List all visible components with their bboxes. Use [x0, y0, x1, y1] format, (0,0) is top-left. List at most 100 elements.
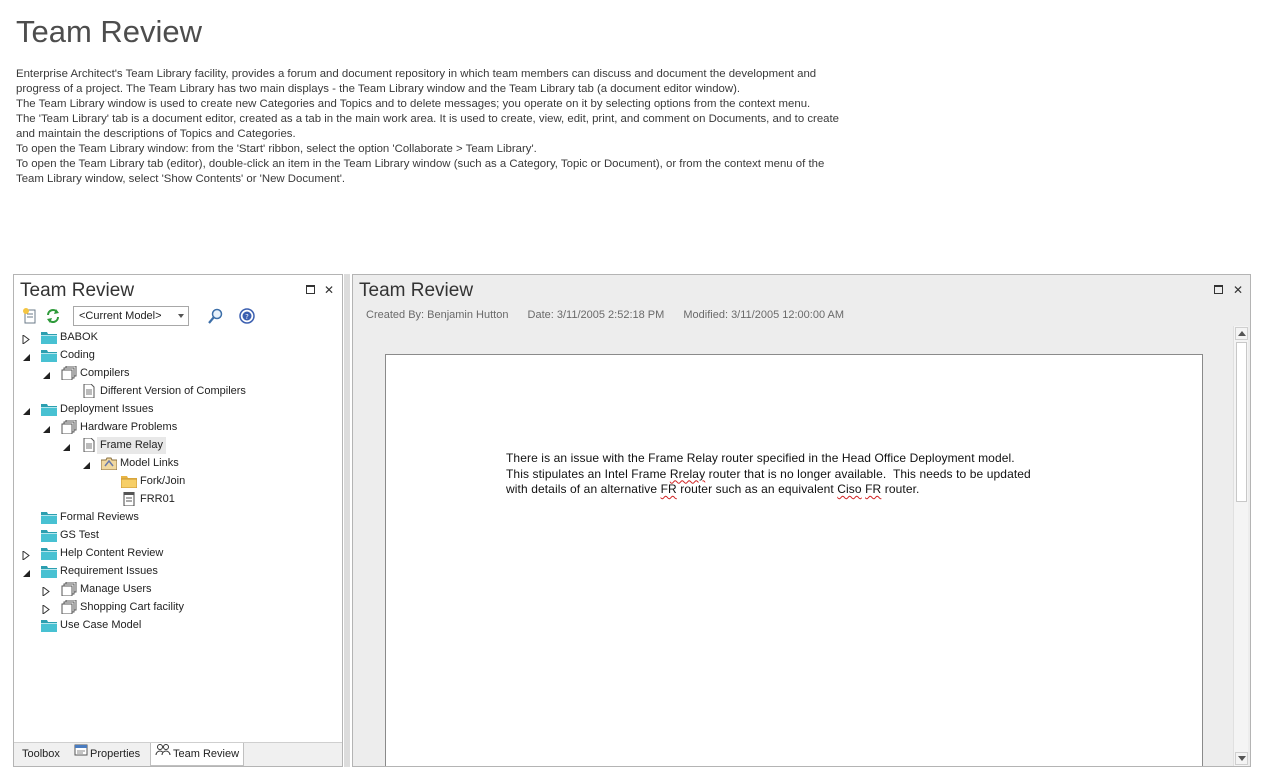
tree-item[interactable]: Shopping Cart facility	[14, 599, 342, 616]
tree-item[interactable]: Use Case Model	[14, 617, 342, 634]
chevron-down-icon	[178, 314, 184, 318]
tree-item[interactable]: FRR01	[14, 491, 342, 508]
category-folder-icon	[41, 564, 57, 578]
document-metadata: Created By: Benjamin Hutton Date: 3/11/2…	[366, 309, 860, 321]
description-line: Enterprise Architect's Team Library faci…	[16, 68, 817, 80]
tree-item[interactable]: Compilers	[14, 365, 342, 382]
category-folder-icon	[41, 546, 57, 560]
category-folder-icon	[41, 618, 57, 632]
team-review-icon	[155, 743, 171, 765]
expand-arrow-icon[interactable]	[22, 333, 31, 345]
tree-item-label: Manage Users	[80, 583, 152, 595]
bottom-tab[interactable]: Team Review	[150, 743, 245, 766]
tree-item[interactable]: Coding	[14, 347, 342, 364]
tree-item[interactable]: Hardware Problems	[14, 419, 342, 436]
document-icon	[81, 383, 97, 399]
maximize-button[interactable]	[304, 284, 316, 296]
document-text[interactable]: There is an issue with the Frame Relay r…	[506, 451, 1031, 498]
scroll-thumb[interactable]	[1236, 342, 1247, 502]
created-by: Created By: Benjamin Hutton	[366, 309, 509, 321]
bottom-tab[interactable]: Toolbox	[18, 743, 64, 766]
tree-item-label: BABOK	[60, 331, 98, 343]
tree-item[interactable]: Different Version of Compilers	[14, 383, 342, 400]
description-line: The 'Team Library' tab is a document edi…	[16, 113, 839, 125]
document-line: with details of an alternative FR router…	[506, 482, 920, 496]
tree-item-label: Requirement Issues	[60, 565, 158, 577]
collapse-arrow-icon[interactable]	[22, 405, 31, 415]
collapse-arrow-icon[interactable]	[42, 423, 51, 433]
tree-item[interactable]: Formal Reviews	[14, 509, 342, 526]
category-folder-icon	[41, 402, 57, 416]
team-review-window-title: Team Review	[20, 280, 135, 301]
collapse-arrow-icon[interactable]	[42, 369, 51, 379]
package-folder-icon	[120, 474, 138, 489]
refresh-icon[interactable]	[44, 307, 62, 325]
properties-icon	[74, 743, 88, 765]
category-folder-icon	[41, 330, 57, 344]
tree-item[interactable]: Model Links	[14, 455, 342, 472]
description-line: Team Library window, select 'Show Conten…	[16, 173, 346, 185]
expand-arrow-icon[interactable]	[42, 585, 51, 597]
scroll-down-button[interactable]	[1235, 752, 1248, 765]
topic-icon	[61, 599, 77, 615]
tree-item[interactable]: Requirement Issues	[14, 563, 342, 580]
bottom-tab-label: Properties	[90, 748, 141, 761]
svg-text:?: ?	[245, 313, 249, 321]
tree-item-label: FRR01	[140, 493, 175, 505]
tree-item-label: Help Content Review	[60, 547, 164, 559]
tree-item-label: Use Case Model	[60, 619, 142, 631]
tree-item-label: Frame Relay	[97, 437, 166, 454]
expand-arrow-icon[interactable]	[42, 603, 51, 615]
expand-arrow-icon[interactable]	[22, 549, 31, 561]
close-icon: ✕	[323, 283, 335, 297]
search-icon[interactable]	[207, 307, 225, 325]
document-page[interactable]: There is an issue with the Frame Relay r…	[385, 354, 1203, 766]
tree-item-label: Fork/Join	[140, 475, 186, 487]
category-folder-icon	[41, 528, 57, 542]
collapse-arrow-icon[interactable]	[82, 459, 91, 469]
scroll-up-button[interactable]	[1235, 327, 1248, 340]
team-review-window: Team Review ✕ <Current Model> ? BABOK Co…	[13, 274, 343, 767]
tree-item-label: Hardware Problems	[80, 421, 178, 433]
created-date: Date: 3/11/2005 2:52:18 PM	[527, 309, 665, 321]
close-button[interactable]: ✕	[323, 284, 335, 296]
maximize-icon	[1213, 285, 1223, 294]
tree-item[interactable]: Frame Relay	[14, 437, 342, 454]
document-icon	[81, 437, 97, 453]
tree-item[interactable]: BABOK	[14, 329, 342, 346]
document-area: There is an issue with the Frame Relay r…	[357, 326, 1233, 766]
description-line: To open the Team Library window: from th…	[16, 143, 537, 155]
tree-item-label: Shopping Cart facility	[80, 601, 184, 613]
collapse-arrow-icon[interactable]	[22, 567, 31, 577]
tree-item[interactable]: Manage Users	[14, 581, 342, 598]
new-item-icon[interactable]	[22, 307, 40, 325]
element-icon	[121, 491, 137, 507]
close-icon: ✕	[1232, 283, 1244, 297]
tree-item[interactable]: Deployment Issues	[14, 401, 342, 418]
topic-icon	[61, 419, 77, 435]
description-line: and maintain the descriptions of Topics …	[16, 128, 296, 140]
document-editor-window: Team Review ✕ Created By: Benjamin Hutto…	[352, 274, 1251, 767]
tree-item[interactable]: Help Content Review	[14, 545, 342, 562]
maximize-button[interactable]	[1212, 284, 1224, 296]
panel-splitter[interactable]	[344, 274, 350, 767]
description-line: progress of a project. The Team Library …	[16, 83, 741, 95]
bottom-tab-label: Toolbox	[22, 748, 60, 761]
model-select-value: <Current Model>	[79, 310, 162, 322]
topic-icon	[61, 581, 77, 597]
tree-item[interactable]: Fork/Join	[14, 473, 342, 490]
tree-item-label: Different Version of Compilers	[100, 385, 246, 397]
vertical-scrollbar[interactable]	[1233, 326, 1248, 766]
bottom-tabs: Toolbox Properties Team Review	[14, 742, 342, 766]
collapse-arrow-icon[interactable]	[62, 441, 71, 451]
document-line: There is an issue with the Frame Relay r…	[506, 451, 1015, 465]
category-folder-icon	[41, 348, 57, 362]
bottom-tab-label: Team Review	[173, 748, 240, 761]
close-button[interactable]: ✕	[1232, 284, 1244, 296]
model-select[interactable]: <Current Model>	[73, 306, 189, 326]
tree-item[interactable]: GS Test	[14, 527, 342, 544]
collapse-arrow-icon[interactable]	[22, 351, 31, 361]
help-icon[interactable]: ?	[238, 307, 256, 325]
tree-item-label: Deployment Issues	[60, 403, 154, 415]
bottom-tab[interactable]: Properties	[70, 743, 144, 766]
